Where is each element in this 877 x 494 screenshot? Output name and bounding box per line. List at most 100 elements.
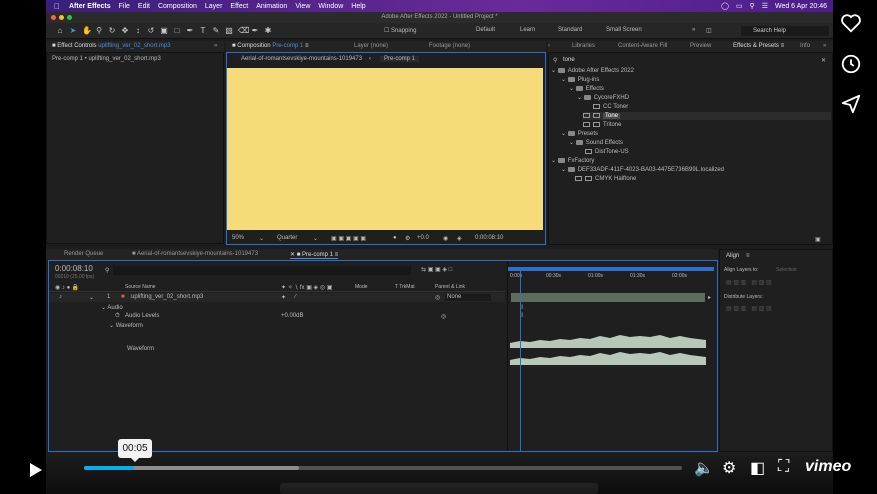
gear-icon[interactable]: ⚙ <box>405 235 410 242</box>
video-player[interactable]:  After Effects File Edit Composition La… <box>0 0 877 494</box>
column-trkmat[interactable]: T TrkMat <box>395 284 415 290</box>
workspace-standard[interactable]: Standard <box>558 27 582 33</box>
zoom-chevron-down-icon[interactable]: ⌄ <box>259 235 264 242</box>
timeline-search-icon[interactable]: ⚲ <box>105 267 109 274</box>
hand-tool-icon[interactable]: ✋ <box>82 26 92 35</box>
layer-shy-icon[interactable]: ✦ <box>281 294 286 301</box>
align-panel-menu-icon[interactable]: ≡ <box>746 253 750 259</box>
zoom-window-button[interactable] <box>67 15 72 20</box>
tree-item-fxfactory[interactable]: ⌄ FxFactory <box>551 157 594 165</box>
fullscreen-icon[interactable]: ⛶ <box>778 458 789 476</box>
pan-tool-icon[interactable]: ✥ <box>121 26 129 35</box>
menu-effect[interactable]: Effect <box>230 3 248 10</box>
stopwatch-icon[interactable]: ⏱ <box>115 313 120 320</box>
comp-timecode[interactable]: 0:00:08:10 <box>475 235 503 241</box>
apple-menu-icon[interactable]:  <box>54 2 60 11</box>
column-mode[interactable]: Mode <box>355 284 368 290</box>
tree-item-cc-toner[interactable]: CC Toner <box>593 103 628 111</box>
layer-row[interactable]: ♪ ⌄ 1 ■ uplifting_ver_02_short.mp3 ✦ ∕ ◎… <box>49 293 505 302</box>
layer-name[interactable]: uplifting_ver_02_short.mp3 <box>131 294 203 300</box>
tab-libraries[interactable]: Libraries <box>572 43 595 49</box>
timeline-search-input[interactable] <box>113 266 411 275</box>
tree-item-disttone-us[interactable]: DistTone-US <box>585 148 629 156</box>
menu-view[interactable]: View <box>295 3 310 10</box>
parent-dropdown[interactable]: None <box>445 294 491 301</box>
tab-render-queue[interactable]: Render Queue <box>64 251 103 257</box>
snapping-checkbox[interactable]: ☐ Snapping <box>384 27 416 34</box>
menu-help[interactable]: Help <box>351 3 365 10</box>
audio-group-row[interactable]: ⌄ Audio <box>101 304 123 311</box>
zoom-dropdown[interactable]: 50% <box>232 235 244 241</box>
tab-pre-comp-1[interactable]: ✕ ■ Pre-comp 1 ≡ <box>290 251 339 259</box>
resolution-chevron-down-icon[interactable]: ⌄ <box>313 235 318 242</box>
snapshot-camera-icon[interactable]: ◉ <box>443 235 448 242</box>
tree-item-adobe-after-effects-2022[interactable]: ⌄ Adobe After Effects 2022 <box>551 67 634 75</box>
timeline-graph-area[interactable]: 0:00s 00:30s 01:00s 01:30s 02:00s ▸ I I <box>507 261 717 451</box>
tree-item-tone[interactable]: Tone <box>583 112 831 120</box>
current-time-indicator[interactable] <box>520 267 521 451</box>
tab-aerial-comp[interactable]: ■ Aerial-of-romantsevskiye-mountains-101… <box>132 251 258 257</box>
pen-tool-icon[interactable]: ✒ <box>186 26 194 35</box>
waveform-group-row[interactable]: ⌄ Waveform <box>109 322 143 329</box>
settings-gear-icon[interactable]: ⚙ <box>722 458 736 478</box>
wifi-icon[interactable]: ◯ <box>721 2 729 10</box>
eraser-tool-icon[interactable]: ⌫ <box>238 26 249 35</box>
battery-icon[interactable]: ▭ <box>736 2 743 10</box>
tabs-scroll-left-icon[interactable]: ‹ <box>548 43 550 49</box>
workspace-learn[interactable]: Learn <box>520 27 535 33</box>
tab-effect-controls[interactable]: ■ Effect Controls uplifting_ver_02_short… <box>52 43 171 49</box>
column-parent-link[interactable]: Parent & Link <box>435 284 465 290</box>
menu-layer[interactable]: Layer <box>205 3 223 10</box>
color-channel-icon[interactable]: ● <box>393 235 397 241</box>
new-folder-icon[interactable]: ▣ <box>815 236 821 243</box>
control-center-icon[interactable]: ☰ <box>762 2 768 10</box>
menu-animation[interactable]: Animation <box>256 3 287 10</box>
show-snapshot-icon[interactable]: ◈ <box>457 235 462 242</box>
tree-item-cmyk-halftone[interactable]: CMYK Halftone <box>575 175 636 183</box>
timeline-switch-icons[interactable]: ⇆ ▣ ▣ ◈ □ <box>421 266 452 273</box>
menu-edit[interactable]: Edit <box>138 3 150 10</box>
menubar-datetime[interactable]: Wed 6 Apr 20:46 <box>775 3 827 10</box>
effects-search-input[interactable]: tone <box>563 57 575 63</box>
tree-item-sound-effects[interactable]: ⌄ Sound Effects <box>569 139 623 147</box>
tab-footage[interactable]: Footage (none) <box>429 43 470 49</box>
tree-item-effects[interactable]: ⌄ Effects <box>569 85 604 93</box>
rotate-tool-icon[interactable]: ↺ <box>147 26 155 35</box>
tab-content-aware-fill[interactable]: Content-Aware Fill <box>618 43 667 49</box>
menu-file[interactable]: File <box>119 3 130 10</box>
composition-viewer-canvas[interactable] <box>227 68 543 230</box>
orbit-tool-icon[interactable]: ↻ <box>108 26 116 35</box>
workspace-default[interactable]: Default <box>476 27 495 33</box>
layer-expand-chevron-icon[interactable]: ⌄ <box>89 294 94 301</box>
timeline-timecode[interactable]: 0:00:08:10 <box>55 264 93 273</box>
home-icon[interactable]: ⌂ <box>56 26 64 35</box>
menu-window[interactable]: Window <box>318 3 343 10</box>
audio-levels-pickwhip-icon[interactable]: ◎ <box>441 313 446 320</box>
puppet-tool-icon[interactable]: ✱ <box>264 26 272 35</box>
panel-overflow-icon[interactable]: » <box>214 43 217 49</box>
type-tool-icon[interactable]: T <box>199 26 207 35</box>
pan-behind-tool-icon[interactable]: ▣ <box>160 26 168 35</box>
tab-preview[interactable]: Preview <box>690 43 711 49</box>
resolution-dropdown[interactable]: Quarter <box>277 235 297 241</box>
roto-brush-tool-icon[interactable]: ✒ <box>251 26 259 35</box>
clear-search-icon[interactable]: ✕ <box>821 57 826 64</box>
work-area-bar[interactable] <box>508 267 714 271</box>
view-toggles-icons[interactable]: ▣ ▣ ▣ ▣ ▣ <box>331 235 366 242</box>
align-title[interactable]: Align <box>726 253 739 259</box>
comp-breadcrumb-current[interactable]: Pre-comp 1 <box>380 56 420 62</box>
tree-item-cycorefxhd[interactable]: ⌄ CycoreFXHD <box>577 94 629 102</box>
zoom-tool-icon[interactable]: ⚲ <box>95 26 103 35</box>
like-heart-icon[interactable] <box>840 12 864 36</box>
tree-item-tritone[interactable]: Tritone <box>583 121 621 129</box>
tab-composition[interactable]: ■ Composition Pre-comp 1 ≡ <box>232 43 309 49</box>
layer-duration-bar[interactable] <box>511 293 705 302</box>
exposure-value[interactable]: +0.0 <box>417 235 429 241</box>
tab-effects-presets[interactable]: Effects & Presets ≡ <box>733 43 784 49</box>
distribute-buttons-icons[interactable]: ▤ ▧ ▥ ▤ ▧ ▥ <box>726 305 772 312</box>
tree-item-plug-ins[interactable]: ⌄ Plug-ins <box>561 76 599 84</box>
parent-pickwhip-icon[interactable]: ◎ <box>435 294 440 301</box>
clone-stamp-tool-icon[interactable]: ▧ <box>225 26 233 35</box>
volume-icon[interactable]: 🔈 <box>694 458 714 478</box>
tree-item-localized-folder[interactable]: ⌄ DEF33ADF-411F-4023-BA03-4475E736B99L.l… <box>561 166 724 174</box>
